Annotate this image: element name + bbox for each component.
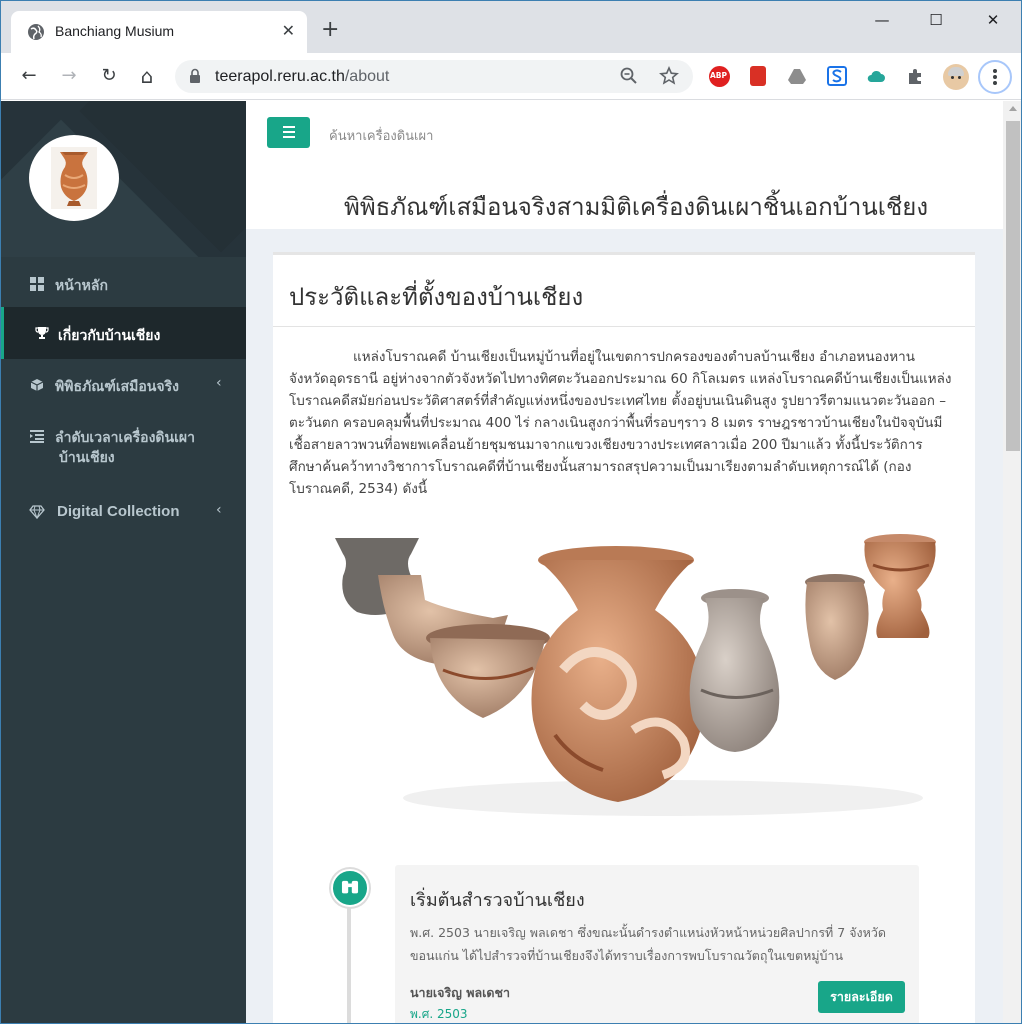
drive-icon[interactable] [787, 66, 807, 86]
about-card: ประวัติและที่ตั้งของบ้านเชียง แหล่งโบราณ… [273, 252, 975, 1023]
trophy-icon [35, 327, 49, 339]
close-window-button[interactable]: ✕ [978, 11, 1008, 33]
minimize-button[interactable]: — [867, 11, 897, 33]
globe-icon [28, 24, 44, 40]
logo-avatar [29, 135, 119, 221]
sidebar-item-home[interactable]: หน้าหลัก [1, 257, 246, 307]
new-tab-button[interactable]: + [321, 19, 339, 41]
chevron-left-icon: ‹ [216, 502, 222, 518]
maximize-button[interactable]: ☐ [921, 11, 951, 33]
sidebar-item-timeline[interactable]: ลำดับเวลาเครื่องดินเผา บ้านเชียง [1, 411, 246, 487]
sidebar-header [1, 101, 246, 257]
sidebar-toggle-button[interactable] [267, 117, 310, 148]
sidebar-item-label: พิพิธภัณฑ์เสมือนจริง [55, 379, 179, 395]
browser-window: Banchiang Musium ✕ + — ☐ ✕ ← → ↻ ⌂ teera… [0, 0, 1022, 1024]
page-header: ค้นหาเครื่องดินเผา พิพิธภัณฑ์เสมือนจริงส… [246, 101, 1003, 229]
timeline-person: นายเจริญ พลเดชา [410, 985, 510, 1000]
web-page: หน้าหลัก เกี่ยวกับบ้านเชียง พิพิธภัณฑ์เส… [1, 101, 1003, 1023]
puzzle-icon[interactable] [906, 66, 926, 86]
diamond-icon [29, 505, 45, 519]
sidebar-item-digital-collection[interactable]: Digital Collection ‹ [1, 487, 246, 537]
url-text[interactable]: teerapol.reru.ac.th/about [215, 68, 389, 86]
sidebar-item-label: Digital Collection [57, 503, 180, 520]
dashboard-icon [30, 277, 44, 291]
divider [273, 326, 975, 327]
tab-close-icon[interactable]: ✕ [282, 21, 295, 40]
scrollbar-thumb[interactable] [1006, 121, 1020, 451]
section-title: ประวัติและที่ตั้งของบ้านเชียง [289, 283, 584, 311]
menu-icon[interactable] [978, 60, 1012, 94]
timeline-title: เริ่มต้นสำรวจบ้านเชียง [410, 890, 585, 911]
chevron-left-icon: ‹ [216, 375, 222, 391]
timeline-date: พ.ศ. 2503 [410, 1007, 468, 1021]
tab-strip: Banchiang Musium ✕ + — ☐ ✕ [1, 1, 1021, 53]
scrollbar[interactable] [1003, 101, 1021, 1023]
details-button[interactable]: รายละเอียด [818, 981, 905, 1013]
page-title: พิพิธภัณฑ์เสมือนจริงสามมิติเครื่องดินเผา… [344, 193, 929, 221]
main-content: ค้นหาเครื่องดินเผา พิพิธภัณฑ์เสมือนจริงส… [246, 101, 1003, 1023]
timeline-entry: เริ่มต้นสำรวจบ้านเชียง พ.ศ. 2503 นายเจริ… [395, 865, 919, 1023]
browser-tab[interactable]: Banchiang Musium ✕ [11, 11, 307, 53]
forward-button[interactable]: → [57, 64, 81, 88]
lock-icon[interactable] [189, 68, 201, 84]
sidebar-item-label: ลำดับเวลาเครื่องดินเผา [55, 430, 195, 446]
reload-button[interactable]: ↻ [97, 64, 121, 88]
url-host: teerapol.reru.ac.th [215, 68, 345, 85]
sidebar-item-label: หน้าหลัก [55, 278, 108, 294]
abp-label: ABP [710, 71, 728, 80]
sidebar-item-about[interactable]: เกี่ยวกับบ้านเชียง [1, 307, 246, 359]
url-path: /about [344, 68, 390, 85]
cloud-icon[interactable] [866, 66, 886, 86]
back-button[interactable]: ← [17, 64, 41, 88]
sidebar-item-label: เกี่ยวกับบ้านเชียง [58, 328, 161, 344]
sidebar-item-virtual-museum[interactable]: พิพิธภัณฑ์เสมือนจริง ‹ [1, 359, 246, 411]
s-icon[interactable] [827, 66, 847, 86]
bookmark-icon[interactable] [750, 66, 766, 86]
binoculars-icon [331, 869, 369, 907]
timeline-body: พ.ศ. 2503 นายเจริญ พลเดชา ซึ่งขณะนั้นดำร… [410, 925, 887, 963]
vase-logo-icon [51, 147, 97, 209]
search-pottery-link[interactable]: ค้นหาเครื่องดินเผา [329, 125, 433, 146]
profile-avatar[interactable] [943, 64, 969, 90]
tab-title: Banchiang Musium [55, 23, 175, 39]
star-icon[interactable] [659, 66, 679, 86]
sidebar-item-label-line2: บ้านเชียง [59, 450, 115, 466]
article-body: แหล่งโบราณคดี บ้านเชียงเป็นหมู่บ้านที่อย… [289, 349, 952, 497]
home-button[interactable]: ⌂ [135, 64, 159, 88]
sidebar: หน้าหลัก เกี่ยวกับบ้านเชียง พิพิธภัณฑ์เส… [1, 101, 246, 1023]
browser-toolbar: ← → ↻ ⌂ teerapol.reru.ac.th/about ABP [1, 53, 1021, 100]
address-bar[interactable]: teerapol.reru.ac.th/about [175, 60, 693, 93]
zoom-icon[interactable] [619, 66, 639, 86]
cube-icon [30, 379, 44, 391]
abp-icon[interactable]: ABP [709, 66, 730, 87]
scroll-up-arrow-icon[interactable] [1009, 106, 1017, 111]
timeline-line [347, 891, 351, 1023]
pottery-collection-image [335, 534, 936, 816]
list-icon [30, 430, 44, 443]
